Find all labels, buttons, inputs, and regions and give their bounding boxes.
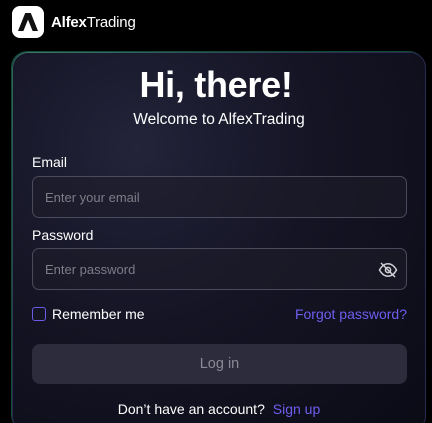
remember-me-label: Remember me	[52, 306, 145, 322]
brand-name-bold: Alfex	[51, 13, 87, 31]
signup-row: Don’t have an account? Sign up	[0, 401, 432, 417]
login-button[interactable]: Log in	[32, 344, 407, 384]
forgot-password-link[interactable]: Forgot password?	[295, 306, 407, 322]
brand-name: AlfexTrading	[51, 14, 136, 31]
login-page: AlfexTrading Hi, there! Welcome to Alfex…	[0, 0, 432, 423]
password-input[interactable]	[33, 249, 406, 289]
email-input[interactable]	[33, 177, 406, 217]
eye-slash-icon[interactable]	[378, 260, 398, 280]
password-label: Password	[32, 227, 94, 243]
brand-name-rest: Trading	[86, 13, 136, 31]
brand[interactable]: AlfexTrading	[12, 6, 136, 38]
email-label: Email	[32, 154, 68, 170]
email-field-wrapper	[32, 176, 407, 218]
password-field-wrapper	[32, 248, 407, 290]
checkbox-box[interactable]	[32, 307, 46, 321]
page-subtitle: Welcome to AlfexTrading	[133, 111, 305, 128]
page-title: Hi, there!	[139, 64, 293, 105]
signup-link[interactable]: Sign up	[273, 401, 320, 417]
signup-prompt: Don’t have an account?	[117, 401, 265, 417]
remember-me-checkbox[interactable]: Remember me	[32, 306, 145, 322]
logo-icon	[12, 6, 44, 38]
